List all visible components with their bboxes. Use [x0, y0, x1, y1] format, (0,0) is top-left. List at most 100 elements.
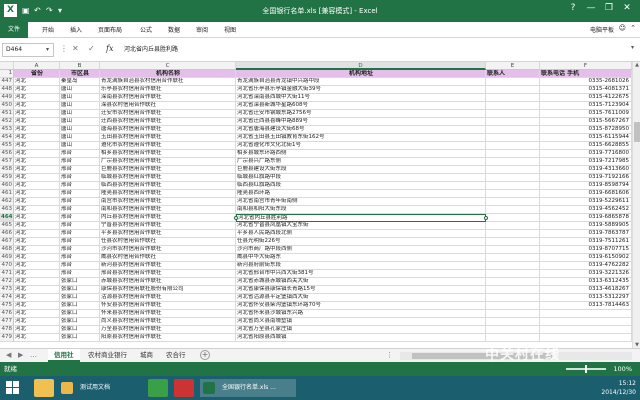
- cell-contact[interactable]: [486, 190, 540, 198]
- cell-address[interactable]: 广宗县兴广路东侧: [236, 158, 486, 166]
- cell-province[interactable]: 河北: [14, 110, 60, 118]
- row-number[interactable]: 477: [0, 318, 14, 326]
- cell-address[interactable]: 河北省迁西县喜峰中路889号: [236, 118, 486, 126]
- cell-contact[interactable]: [486, 166, 540, 174]
- cell-contact[interactable]: [486, 310, 540, 318]
- cell-institution[interactable]: 威县农村信用合作联社: [100, 254, 236, 262]
- cell-phone[interactable]: 0315-4122675: [540, 94, 632, 102]
- cell-institution[interactable]: 康保县农村信用联社股份有限公司: [100, 286, 236, 294]
- cell-address[interactable]: 河北省唐海县建设大街68号: [236, 126, 486, 134]
- cell-province[interactable]: 河北: [14, 78, 60, 86]
- zoom-slider[interactable]: [566, 365, 606, 373]
- cell-contact[interactable]: [486, 334, 540, 342]
- cell-institution[interactable]: 乐亭县农村信用合作联社: [100, 86, 236, 94]
- cell-contact[interactable]: [486, 198, 540, 206]
- header-cell[interactable]: 机构地址: [236, 70, 486, 78]
- cell-city[interactable]: 张家口: [60, 326, 100, 334]
- column-header-e[interactable]: E: [486, 62, 540, 70]
- paint-icon[interactable]: [174, 379, 194, 397]
- cell-institution[interactable]: 迁安市农村信用合作联社: [100, 110, 236, 118]
- cell-address[interactable]: 河北省玉田县玉田镇教育东街162号: [236, 134, 486, 142]
- cell-contact[interactable]: [486, 286, 540, 294]
- cell-address[interactable]: 任县光明街226号: [236, 238, 486, 246]
- cell-institution[interactable]: 怀安县农村信用合作联社: [100, 302, 236, 310]
- cell-city[interactable]: 邢台: [60, 174, 100, 182]
- cell-phone[interactable]: 0315-6115944: [540, 134, 632, 142]
- taskbar-app-docs[interactable]: 测试用文档: [58, 379, 144, 397]
- tab-review[interactable]: 审阅: [196, 25, 208, 34]
- cell-phone[interactable]: 0315-4081371: [540, 86, 632, 94]
- cell-province[interactable]: 河北: [14, 126, 60, 134]
- row-number[interactable]: 461: [0, 190, 14, 198]
- row-number[interactable]: 472: [0, 278, 14, 286]
- minimize-icon[interactable]: —: [584, 3, 598, 13]
- row-number[interactable]: 476: [0, 310, 14, 318]
- cell-contact[interactable]: [486, 134, 540, 142]
- cell-address[interactable]: 河北省宁晋县凤凰镇大宝东街: [236, 222, 486, 230]
- column-header-c[interactable]: C: [100, 62, 236, 70]
- cell-city[interactable]: 唐山: [60, 86, 100, 94]
- cell-phone[interactable]: 0319-4762282: [540, 262, 632, 270]
- cell-contact[interactable]: [486, 230, 540, 238]
- cell-address[interactable]: 河北省万全县孔家庄镇: [236, 326, 486, 334]
- cell-phone[interactable]: 0319-5229611: [540, 198, 632, 206]
- cell-city[interactable]: 邢台: [60, 206, 100, 214]
- zoom-level[interactable]: 100%: [613, 362, 632, 376]
- cell-contact[interactable]: [486, 142, 540, 150]
- cell-phone[interactable]: [540, 334, 632, 342]
- store-icon[interactable]: [148, 379, 168, 397]
- row-number[interactable]: 457: [0, 158, 14, 166]
- cell-city[interactable]: 邢台: [60, 198, 100, 206]
- cell-address[interactable]: 巨鹿县建设大街东段: [236, 166, 486, 174]
- cell-phone[interactable]: 0319-3221326: [540, 270, 632, 278]
- cell-city[interactable]: 张家口: [60, 310, 100, 318]
- cell-city[interactable]: 张家口: [60, 302, 100, 310]
- cell-city[interactable]: 邢台: [60, 238, 100, 246]
- cell-address[interactable]: 临西县红旗路西段: [236, 182, 486, 190]
- tab-data[interactable]: 数据: [168, 25, 180, 34]
- tab-view[interactable]: 视图: [224, 25, 236, 34]
- cell-province[interactable]: 河北: [14, 286, 60, 294]
- row-number[interactable]: 462: [0, 198, 14, 206]
- column-header-a[interactable]: A: [14, 62, 60, 70]
- cell-address[interactable]: 河北省怀来县沙城镇东兴路: [236, 310, 486, 318]
- cell-institution[interactable]: 南和县农村信用合作联社: [100, 206, 236, 214]
- restore-icon[interactable]: ❐: [602, 3, 616, 13]
- cell-phone[interactable]: [540, 310, 632, 318]
- cell-phone[interactable]: 0313-5312297: [540, 294, 632, 302]
- row-number[interactable]: 465: [0, 222, 14, 230]
- cell-phone[interactable]: 0319-6150902: [540, 254, 632, 262]
- row-number[interactable]: 464: [0, 214, 14, 222]
- cell-institution[interactable]: 尚义县农村信用合作联社: [100, 318, 236, 326]
- cell-province[interactable]: 河北: [14, 302, 60, 310]
- chevron-down-icon[interactable]: ▾: [46, 43, 49, 57]
- cell-institution[interactable]: 滦南县农村信用合作联社: [100, 94, 236, 102]
- cell-address[interactable]: 临城县红旗路中段: [236, 174, 486, 182]
- cell-phone[interactable]: 0319-4313660: [540, 166, 632, 174]
- row-number[interactable]: 467: [0, 238, 14, 246]
- cell-contact[interactable]: [486, 182, 540, 190]
- cell-city[interactable]: 张家口: [60, 318, 100, 326]
- row-number[interactable]: 456: [0, 150, 14, 158]
- cell-address[interactable]: 威县中华大街路东: [236, 254, 486, 262]
- row-number[interactable]: 463: [0, 206, 14, 214]
- cell-phone[interactable]: 0319-7863787: [540, 230, 632, 238]
- column-header-f[interactable]: F: [540, 62, 632, 70]
- cell-phone[interactable]: [540, 318, 632, 326]
- cell-phone[interactable]: 0319-6681606: [540, 190, 632, 198]
- insert-function-icon[interactable]: fx: [106, 44, 113, 53]
- cell-address[interactable]: 河北省滦南县西城中大街11号: [236, 94, 486, 102]
- cell-city[interactable]: 张家口: [60, 286, 100, 294]
- cell-address[interactable]: 河北省怀安县柴沟堡镇东环路70号: [236, 302, 486, 310]
- cell-province[interactable]: 河北: [14, 94, 60, 102]
- cell-city[interactable]: 邢台: [60, 158, 100, 166]
- cell-contact[interactable]: [486, 278, 540, 286]
- tab-formulas[interactable]: 公式: [140, 25, 152, 34]
- cell-address[interactable]: 新河县府前街东段: [236, 262, 486, 270]
- selection-handle[interactable]: [234, 216, 238, 220]
- cell-contact[interactable]: [486, 254, 540, 262]
- cell-province[interactable]: 河北: [14, 310, 60, 318]
- cell-province[interactable]: 河北: [14, 182, 60, 190]
- cell-phone[interactable]: 0315-7123904: [540, 102, 632, 110]
- cell-phone[interactable]: 0319-8707715: [540, 246, 632, 254]
